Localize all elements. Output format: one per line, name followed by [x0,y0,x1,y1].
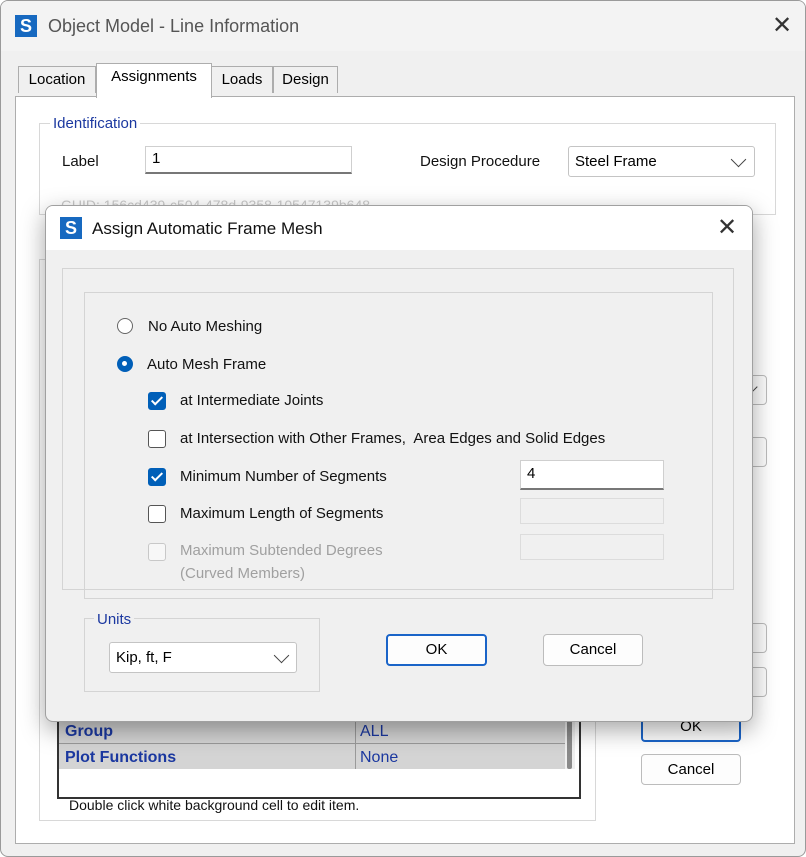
ok-button[interactable]: OK [386,634,487,666]
min-segments-checkbox[interactable] [148,468,166,486]
max-subtended-label: Maximum Subtended Degrees [180,542,383,559]
auto-mesh-frame-label[interactable]: Auto Mesh Frame [147,356,266,373]
dialog-title: Assign Automatic Frame Mesh [92,219,323,238]
tab-assignments[interactable]: Assignments [96,63,212,98]
identification-legend: Identification [50,115,141,132]
assign-frame-mesh-dialog: S Assign Automatic Frame Mesh ✕ No Auto … [45,205,753,722]
auto-mesh-frame-radio[interactable] [117,356,133,372]
tab-design[interactable]: Design [273,66,338,93]
design-procedure-caption: Design Procedure [420,153,541,170]
grid-row-group-value[interactable]: ALL [360,723,388,741]
design-procedure-select[interactable]: Steel Frame [568,146,755,177]
intermediate-joints-checkbox[interactable] [148,392,166,410]
chevron-down-icon [273,647,290,664]
max-subtended-checkbox [148,543,166,561]
grid-column-divider [355,719,356,769]
max-subtended-input [520,534,664,560]
close-icon[interactable]: ✕ [715,216,739,240]
grid-scrollbar[interactable] [565,719,575,769]
tab-loads[interactable]: Loads [211,66,273,93]
title-bar: S Object Model - Line Information ✕ [1,1,805,51]
grid-row-group-name: Group [65,723,113,740]
dialog-title-bar: S Assign Automatic Frame Mesh ✕ [46,206,752,250]
min-segments-input[interactable]: 4 [520,460,664,490]
max-length-input[interactable] [520,498,664,524]
grid-row-divider [59,743,568,744]
grid-hint: Double click white background cell to ed… [69,797,360,813]
max-length-checkbox[interactable] [148,505,166,523]
grid-row-plot-value[interactable]: None [360,749,398,767]
units-legend: Units [94,611,135,628]
design-procedure-value: Steel Frame [575,153,657,170]
no-auto-meshing-label[interactable]: No Auto Meshing [148,318,262,335]
no-auto-meshing-radio[interactable] [117,318,133,334]
intermediate-joints-label[interactable]: at Intermediate Joints [180,392,323,409]
min-segments-label[interactable]: Minimum Number of Segments [180,468,387,485]
main-cancel-button[interactable]: Cancel [641,754,741,785]
app-icon: S [60,217,82,239]
max-length-label[interactable]: Maximum Length of Segments [180,505,383,522]
label-field[interactable]: 1 [145,146,352,174]
grid-row-plot-name: Plot Functions [65,749,177,766]
app-icon: S [15,15,37,37]
cancel-button[interactable]: Cancel [543,634,643,666]
units-select[interactable]: Kip, ft, F [109,642,297,673]
max-subtended-sublabel: (Curved Members) [180,565,306,582]
intersection-checkbox[interactable] [148,430,166,448]
chevron-down-icon [730,151,747,168]
close-icon[interactable]: ✕ [770,14,794,38]
tab-location[interactable]: Location [18,66,96,93]
grid-scroll-thumb[interactable] [567,719,572,769]
intersection-label[interactable]: at Intersection with Other Frames, Area … [180,430,605,447]
units-value: Kip, ft, F [116,649,172,666]
label-caption: Label [62,153,99,170]
window-title: Object Model - Line Information [48,16,300,36]
